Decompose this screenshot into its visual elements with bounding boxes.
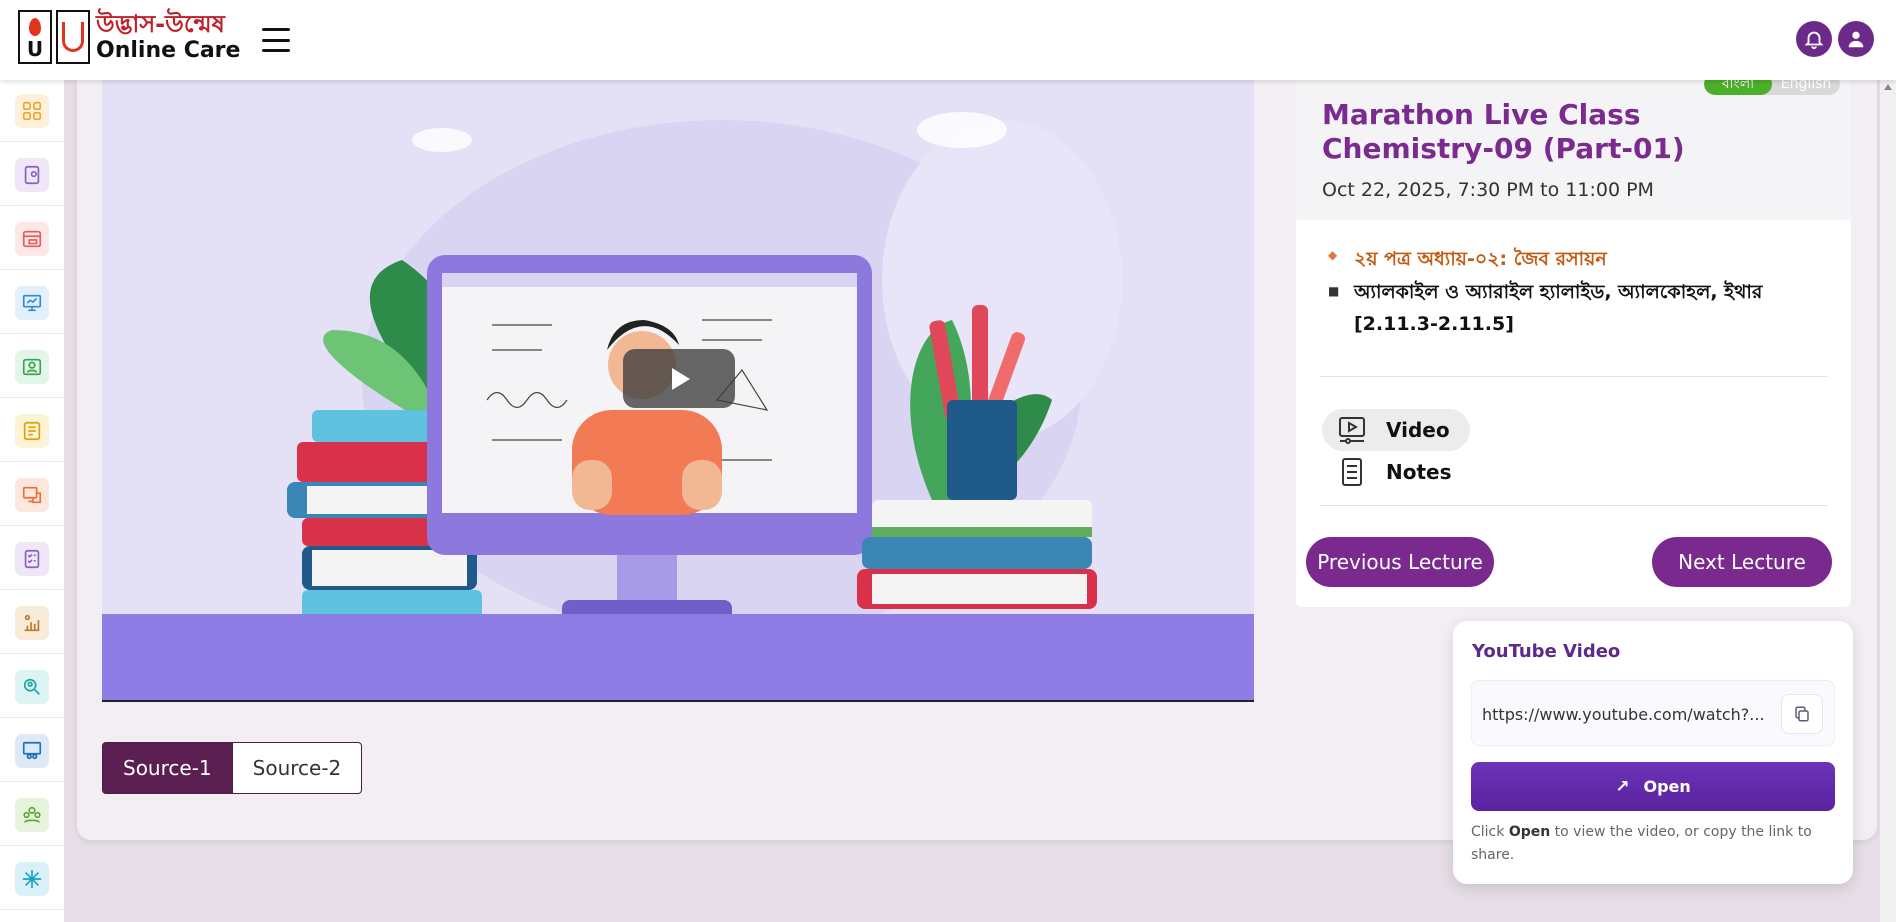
youtube-url-box: https://www.youtube.com/watch?...	[1471, 680, 1835, 746]
lecture-header: বাংলা English Marathon Live Class Chemis…	[1296, 80, 1851, 220]
diamond-bullet-icon	[1328, 245, 1354, 277]
exam-icon	[15, 413, 49, 448]
next-lecture-button[interactable]: Next Lecture	[1652, 537, 1832, 587]
youtube-help-text: Click Open to view the video, or copy th…	[1471, 824, 1812, 863]
lecture-title: Marathon Live Class Chemistry-09 (Part-0…	[1322, 98, 1685, 165]
sidebar-item-12[interactable]	[0, 784, 64, 846]
bell-icon[interactable]	[1796, 21, 1832, 57]
sidebar-item-10[interactable]	[0, 656, 64, 718]
youtube-url[interactable]: https://www.youtube.com/watch?...	[1482, 705, 1765, 724]
sidebar-item-8[interactable]	[0, 528, 64, 590]
sidebar-item-9[interactable]	[0, 592, 64, 654]
tablet-icon	[15, 157, 49, 192]
browser-icon	[15, 221, 49, 256]
user-icon[interactable]	[1838, 21, 1874, 57]
sidebar-item-1[interactable]	[0, 80, 64, 142]
sidebar-item-2[interactable]	[0, 144, 64, 206]
sidebar-item-3[interactable]	[0, 208, 64, 270]
topic-detail: অ্যালকাইল ও অ্যারাইল হ্যালাইড, অ্যালকোহল…	[1328, 276, 1838, 340]
sidebar-item-11[interactable]	[0, 720, 64, 782]
monitor-book-icon	[15, 477, 49, 512]
logo[interactable]: U উদ্ভাস-উন্মেষ Online Care	[18, 10, 240, 64]
resource-notes[interactable]: Notes	[1322, 451, 1472, 493]
scroll-up-arrow-icon[interactable]	[1884, 84, 1892, 90]
search-person-icon	[15, 669, 49, 704]
lang-bangla-option[interactable]: বাংলা	[1704, 80, 1772, 95]
language-toggle[interactable]: বাংলা English	[1704, 80, 1840, 95]
divider	[1320, 505, 1828, 506]
resource-video[interactable]: Video	[1322, 409, 1470, 451]
logo-bangla-text: উদ্ভাস-উন্মেষ	[96, 10, 225, 38]
sidebar-item-13[interactable]	[0, 848, 64, 910]
external-arrow-icon: ↗	[1615, 776, 1630, 797]
presentation-icon	[15, 285, 49, 320]
open-button-label: Open	[1643, 777, 1691, 796]
logo-english-text: Online Care	[96, 38, 241, 63]
top-bar: U উদ্ভাস-উন্মেষ Online Care	[0, 0, 1896, 80]
video-icon	[1339, 417, 1365, 444]
sidebar-item-6[interactable]	[0, 400, 64, 462]
dashboard-icon	[15, 93, 49, 128]
resource-video-label: Video	[1386, 418, 1450, 442]
leaderboard-icon	[15, 605, 49, 640]
sidebar-item-5[interactable]	[0, 336, 64, 398]
topic-heading-text: ২য় পত্র অধ্যায়-০২: জৈব রসায়ন	[1354, 248, 1607, 270]
video-player[interactable]	[102, 80, 1254, 702]
youtube-card-title: YouTube Video	[1472, 641, 1621, 662]
youtube-card: YouTube Video https://www.youtube.com/wa…	[1453, 621, 1853, 884]
logo-mark-u: U	[18, 10, 52, 64]
source-tabs: Source-1 Source-2	[102, 742, 363, 794]
hamburger-icon[interactable]	[262, 28, 290, 52]
lecture-datetime: Oct 22, 2025, 7:30 PM to 11:00 PM	[1322, 179, 1654, 201]
lecture-panel: বাংলা English Marathon Live Class Chemis…	[1296, 80, 1851, 607]
snowflake-icon	[15, 861, 49, 896]
sidebar-item-4[interactable]	[0, 272, 64, 334]
divider	[1320, 376, 1828, 377]
group-icon	[15, 797, 49, 832]
video-underline	[102, 700, 1254, 702]
previous-lecture-button[interactable]: Previous Lecture	[1306, 537, 1494, 587]
source-tab-2[interactable]: Source-2	[232, 742, 363, 794]
notes-icon	[1342, 458, 1362, 486]
source-tab-1[interactable]: Source-1	[102, 742, 233, 794]
topic-heading: ২য় পত্র অধ্যায়-০২: জৈব রসায়ন	[1328, 245, 1607, 277]
checklist-icon	[15, 541, 49, 576]
video-floor	[102, 614, 1254, 702]
copy-icon[interactable]	[1781, 694, 1823, 734]
resource-notes-label: Notes	[1386, 460, 1452, 484]
play-icon[interactable]	[623, 349, 735, 408]
sidebar-item-7[interactable]	[0, 464, 64, 526]
profile-card-icon	[15, 349, 49, 384]
scrollbar[interactable]	[1880, 80, 1896, 922]
lang-english-option[interactable]: English	[1772, 80, 1840, 95]
classroom-icon	[15, 733, 49, 768]
square-bullet-icon	[1328, 276, 1354, 340]
logo-mark-tulip	[56, 10, 90, 64]
topic-detail-text: অ্যালকাইল ও অ্যারাইল হ্যালাইড, অ্যালকোহল…	[1354, 281, 1763, 335]
sidebar	[0, 80, 64, 922]
open-youtube-button[interactable]: ↗ Open	[1471, 762, 1835, 811]
